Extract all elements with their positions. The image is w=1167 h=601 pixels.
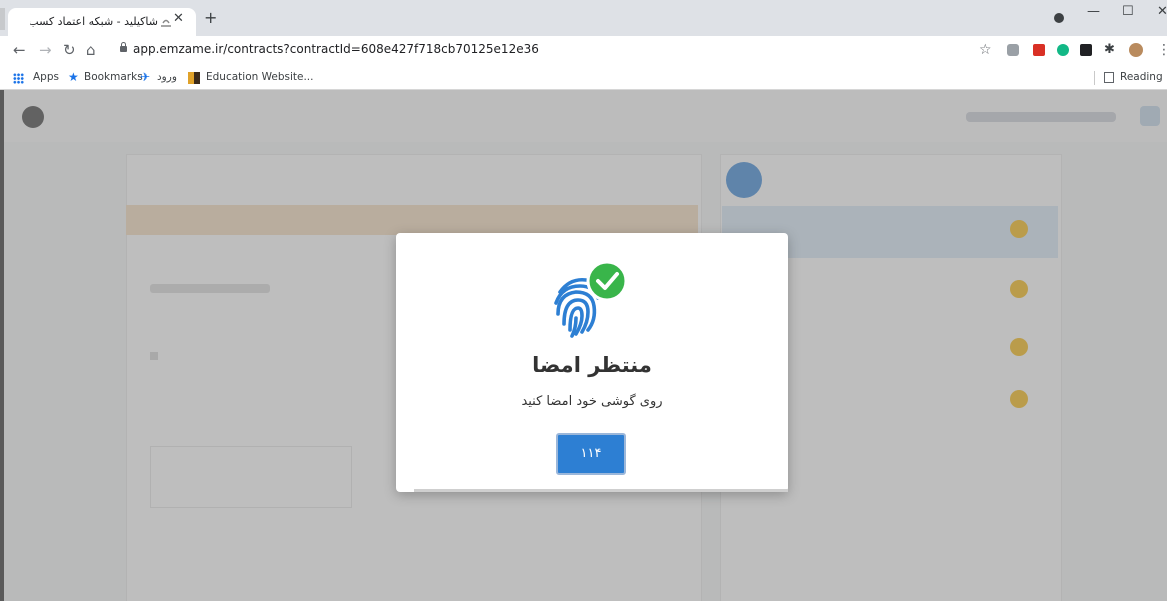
fingerprint-check-icon [554, 260, 628, 338]
bookmarks-separator [1094, 71, 1095, 85]
bookmark-apps[interactable]: Apps [33, 71, 59, 83]
bookmark-education[interactable]: Education Website... [206, 71, 313, 83]
bookmark-star-icon[interactable]: ☆ [979, 41, 992, 59]
home-icon[interactable]: ⌂ [86, 41, 96, 59]
grammar-extension-icon[interactable] [1057, 44, 1069, 56]
forward-arrow-icon[interactable]: → [39, 41, 52, 59]
window-close-icon[interactable]: ✕ [1157, 4, 1167, 19]
bookmark-bookmarks[interactable]: Bookmarks [84, 71, 143, 83]
reading-list-icon [1104, 72, 1114, 83]
tab-close-icon[interactable]: ✕ [173, 11, 184, 26]
extensions-puzzle-icon[interactable]: ✱ [1104, 41, 1115, 59]
new-tab-button[interactable]: + [204, 10, 217, 26]
modal-title: منتظر امضا [532, 353, 652, 377]
minimize-icon[interactable]: — [1087, 4, 1100, 19]
signature-waiting-modal: منتظر امضا روی گوشی خود امضا کنید ۱۱۴ [396, 233, 788, 492]
login-bookmark-icon: ✈ [140, 70, 151, 84]
maximize-icon[interactable]: ☐ [1122, 4, 1134, 19]
reload-icon[interactable]: ↻ [63, 41, 76, 59]
tab-favicon-icon [161, 19, 171, 27]
reader-extension-icon[interactable] [1080, 44, 1092, 56]
bookmarks-bar: Apps ★ Bookmarks ✈ ورود Education Websit… [0, 68, 1167, 90]
lock-icon [120, 42, 127, 52]
browser-menu-icon[interactable]: ⋮ [1157, 41, 1167, 59]
window-left-edge [0, 90, 4, 601]
bookmark-login[interactable]: ورود [157, 71, 177, 83]
address-bar[interactable]: app.emzame.ir/contracts?contractId=608e4… [108, 39, 1008, 63]
pdf-extension-icon[interactable] [1033, 44, 1045, 56]
modal-subtitle: روی گوشی خود امضا کنید [521, 394, 663, 409]
modal-progress-bar [414, 489, 788, 492]
extension-puzzle-grey-icon[interactable] [1007, 44, 1019, 56]
tab-strip: شاکیلید - شبکه اعتماد کسب و کار ✕ + — ☐ … [0, 0, 1167, 36]
tab-edge [0, 8, 5, 30]
url-text: app.emzame.ir/contracts?contractId=608e4… [133, 42, 539, 56]
tab-title: شاکیلید - شبکه اعتماد کسب و کار [30, 15, 158, 28]
browser-tab[interactable]: شاکیلید - شبکه اعتماد کسب و کار ✕ [8, 8, 196, 36]
profile-avatar-icon[interactable] [1129, 43, 1143, 57]
browser-toolbar: ← → ↻ ⌂ app.emzame.ir/contracts?contract… [0, 36, 1167, 68]
bookmarks-star-icon: ★ [68, 70, 79, 84]
education-favicon-icon [188, 72, 200, 84]
profile-indicator-icon[interactable] [1054, 13, 1064, 23]
apps-grid-icon [13, 73, 24, 84]
back-arrow-icon[interactable]: ← [13, 41, 26, 59]
verification-code-button[interactable]: ۱۱۴ [556, 433, 626, 475]
reading-list-button[interactable]: Reading list [1120, 71, 1167, 83]
